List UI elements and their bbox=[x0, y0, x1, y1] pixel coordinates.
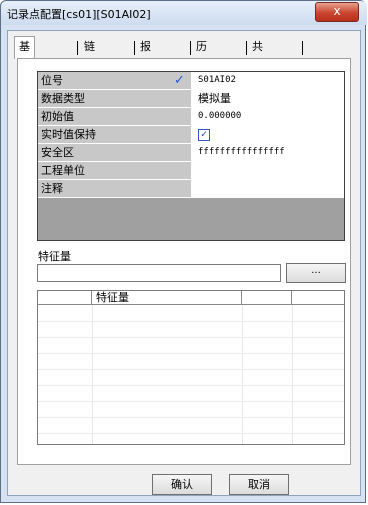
row-divider bbox=[38, 385, 344, 386]
prop-key: 位号 bbox=[38, 72, 192, 89]
column-header[interactable] bbox=[242, 291, 292, 305]
prop-value-tag[interactable]: S01AI02 bbox=[192, 72, 344, 89]
prop-row-initial-value[interactable]: 初始值 0.000000 bbox=[38, 108, 344, 126]
feature-label: 特征量 bbox=[38, 250, 71, 263]
tab-separator bbox=[77, 41, 78, 55]
prop-row-comment[interactable]: 注释 bbox=[38, 180, 344, 198]
prop-row-data-type[interactable]: 数据类型 模拟量 bbox=[38, 90, 344, 108]
property-grid: 位号 ✓ S01AI02 数据类型 模拟量 初始值 0.000000 实时值保持… bbox=[37, 71, 345, 241]
tab-separator bbox=[190, 41, 191, 55]
close-button[interactable]: x bbox=[315, 2, 359, 22]
prop-value-realtime-hold[interactable]: ✓ bbox=[192, 126, 344, 143]
prop-key: 工程单位 bbox=[38, 162, 192, 179]
confirm-button[interactable]: 确认 bbox=[152, 474, 212, 495]
tab-basic-info[interactable]: 基本信息 bbox=[14, 36, 35, 113]
row-divider bbox=[38, 321, 344, 322]
tab-separator bbox=[134, 41, 135, 55]
row-divider bbox=[38, 417, 344, 418]
browse-button[interactable]: ... bbox=[286, 263, 346, 283]
tab-separator bbox=[302, 41, 303, 55]
prop-key: 数据类型 bbox=[38, 90, 192, 107]
title-bar[interactable]: 记录点配置[cs01][S01AI02] x bbox=[1, 1, 367, 25]
prop-value-comment[interactable] bbox=[192, 180, 344, 197]
row-divider bbox=[38, 337, 344, 338]
prop-value-safe-zone[interactable]: ffffffffffffffff bbox=[192, 144, 344, 161]
column-divider bbox=[92, 305, 93, 444]
tab-alarm-info[interactable]: 报警信息 bbox=[136, 37, 155, 113]
prop-key: 注释 bbox=[38, 180, 192, 197]
realtime-hold-checkbox[interactable]: ✓ bbox=[198, 129, 210, 141]
prop-key: 实时值保持 bbox=[38, 126, 192, 143]
tab-share-info[interactable]: 共享信息 bbox=[248, 37, 267, 113]
prop-row-unit[interactable]: 工程单位 bbox=[38, 162, 344, 180]
feature-list[interactable]: 特征量 bbox=[37, 290, 345, 445]
tab-history-info[interactable]: 历史信息 bbox=[192, 37, 211, 113]
prop-key: 安全区 bbox=[38, 144, 192, 161]
checkmark-icon: ✓ bbox=[174, 73, 185, 88]
column-header-feature[interactable]: 特征量 bbox=[92, 291, 242, 305]
close-icon: x bbox=[333, 4, 341, 18]
prop-value-initial[interactable]: 0.000000 bbox=[192, 108, 344, 125]
prop-key: 初始值 bbox=[38, 108, 192, 125]
prop-row-tag[interactable]: 位号 ✓ S01AI02 bbox=[38, 72, 344, 90]
column-divider bbox=[292, 305, 293, 444]
window-title: 记录点配置[cs01][S01AI02] bbox=[7, 8, 151, 21]
column-header[interactable] bbox=[292, 291, 344, 305]
cancel-button[interactable]: 取消 bbox=[229, 474, 289, 495]
prop-value-unit[interactable] bbox=[192, 162, 344, 179]
row-divider bbox=[38, 401, 344, 402]
column-divider bbox=[242, 305, 243, 444]
tab-separator bbox=[246, 41, 247, 55]
prop-row-realtime-hold[interactable]: 实时值保持 ✓ bbox=[38, 126, 344, 144]
row-divider bbox=[38, 369, 344, 370]
prop-value-data-type[interactable]: 模拟量 bbox=[192, 90, 344, 107]
row-divider bbox=[38, 433, 344, 434]
prop-row-safe-zone[interactable]: 安全区 ffffffffffffffff bbox=[38, 144, 344, 162]
row-divider bbox=[38, 353, 344, 354]
column-header[interactable] bbox=[38, 291, 92, 305]
tab-link-info[interactable]: 链接信息 bbox=[80, 37, 99, 113]
feature-input[interactable] bbox=[37, 264, 281, 282]
